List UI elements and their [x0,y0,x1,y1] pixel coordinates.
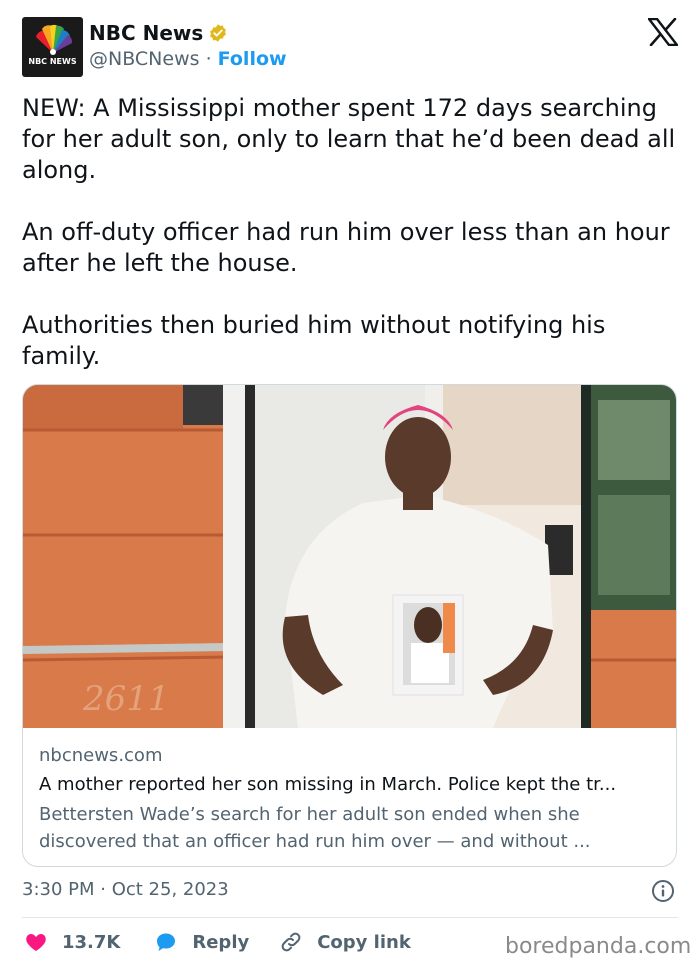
house-number: 2611 [82,679,170,719]
link-icon [281,932,301,952]
nbc-peacock-logo [36,24,73,55]
author-avatar[interactable]: NBC NEWS [22,17,83,77]
author-display-name[interactable]: NBC News [89,21,203,45]
card-domain: nbcnews.com [39,745,163,766]
reply-button[interactable]: Reply [154,930,249,954]
card-description: Bettersten Wade’s search for her adult s… [39,804,591,852]
divider [22,917,678,918]
tweet-actions: 13.7K Reply Copy link [24,930,411,954]
follow-button[interactable]: Follow [218,48,287,70]
author-name-row: NBC News [89,21,228,45]
watermark: boredpanda.com [505,934,692,959]
reply-bubble-icon [157,933,176,951]
x-logo-icon[interactable] [648,18,678,46]
like-button[interactable]: 13.7K [24,930,120,954]
info-icon[interactable] [651,879,675,903]
copy-link-label: Copy link [317,931,411,953]
author-handle-row: @NBCNews · Follow [89,48,287,70]
avatar-wordmark: NBC NEWS [28,57,77,66]
card-title[interactable]: A mother reported her son missing in Mar… [39,774,664,795]
verified-badge-icon [210,24,227,42]
heart-icon [26,934,46,951]
like-count: 13.7K [62,931,121,953]
reply-label: Reply [192,931,250,953]
copy-link-button[interactable]: Copy link [279,930,411,954]
article-photo: 2611 [23,385,676,728]
handle-separator: · [205,48,212,70]
tweet-timestamp[interactable]: 3:30 PM · Oct 25, 2023 [22,879,229,900]
author-handle[interactable]: @NBCNews [89,48,200,70]
link-preview-card[interactable]: 2611 nbcnews.com A mother reported her s… [22,384,677,867]
tweet-text: NEW: A Mississippi mother spent 172 days… [22,94,676,370]
